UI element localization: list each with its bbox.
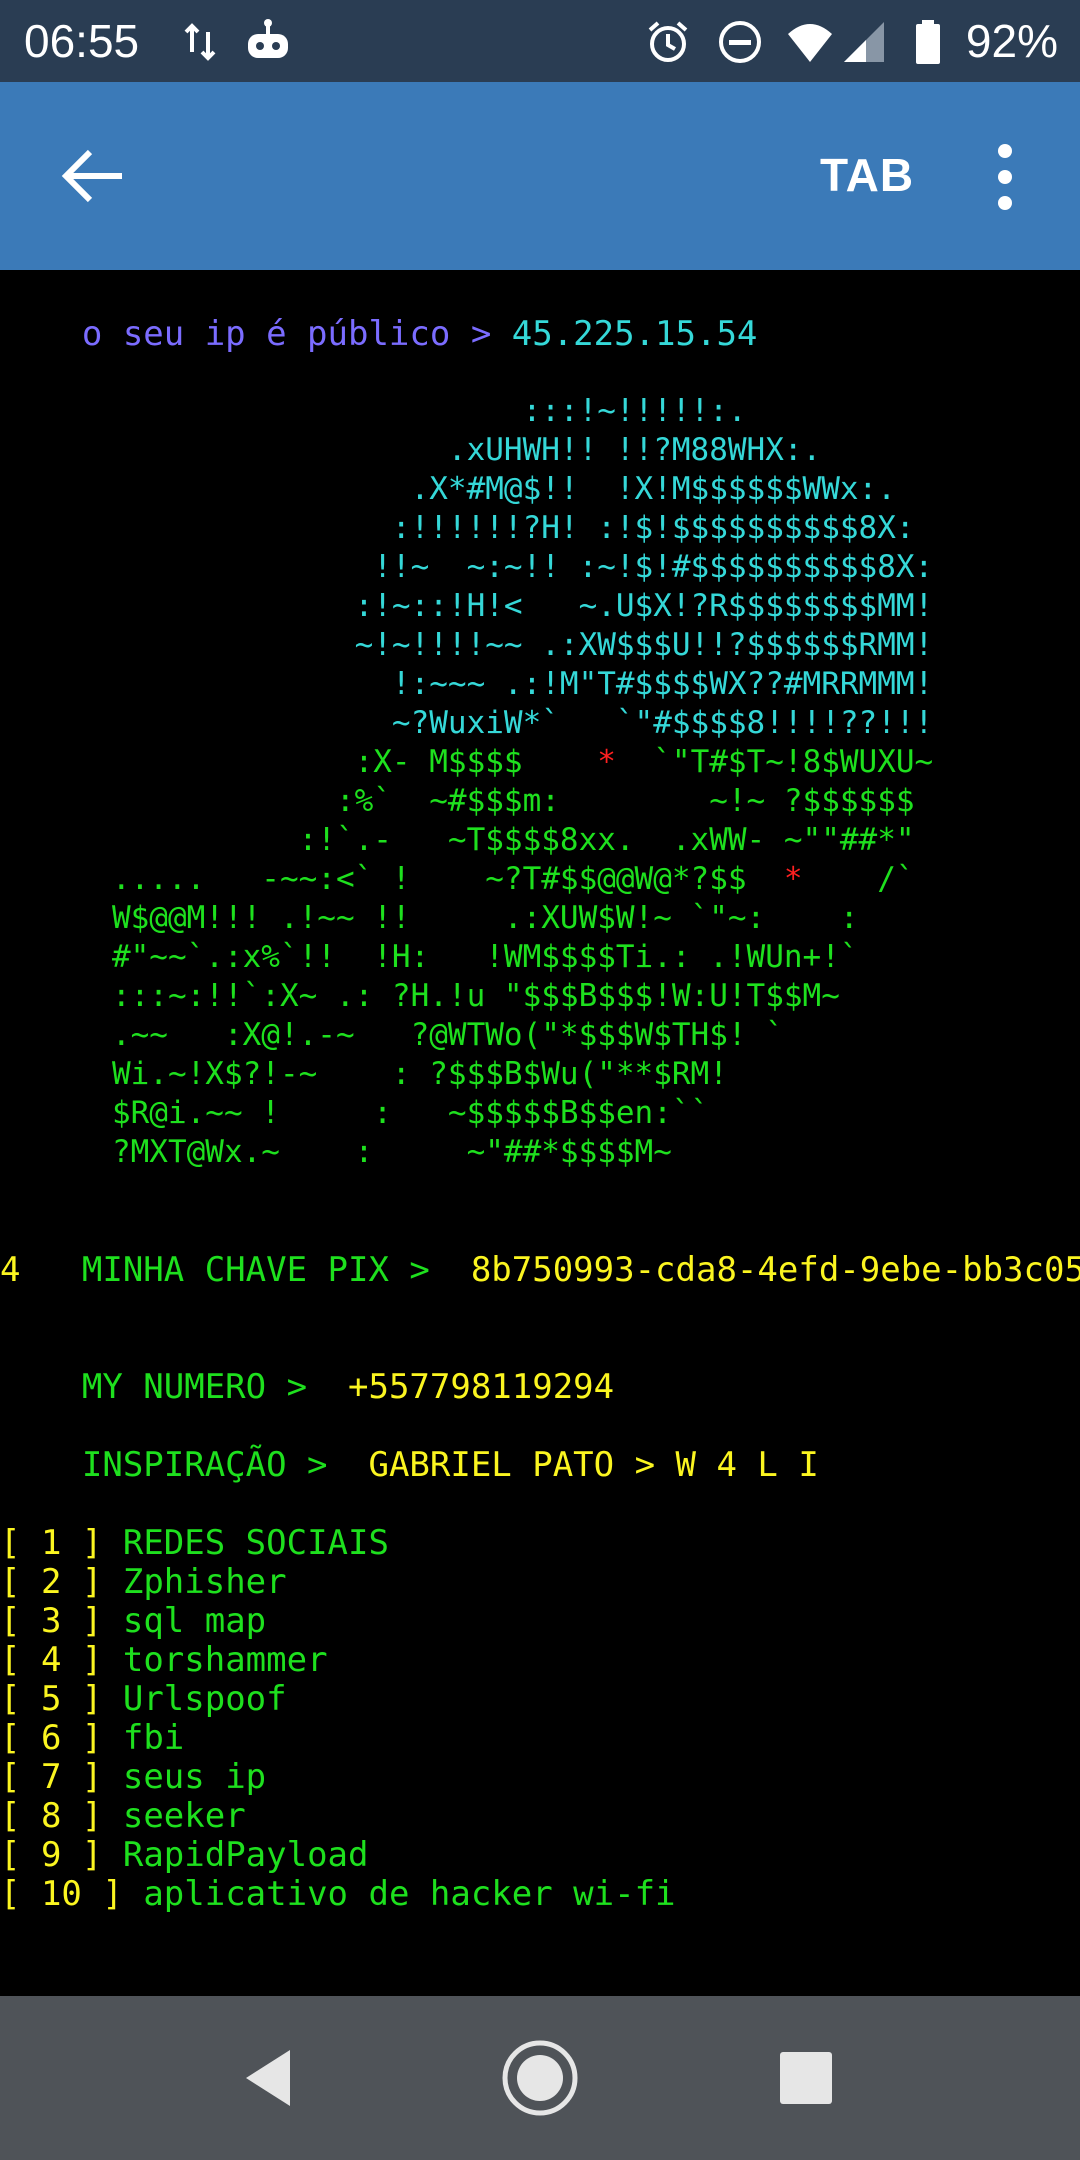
menu-item-number: [ 3 ] [0, 1601, 103, 1641]
menu-item[interactable]: [ 6 ] fbi [0, 1719, 184, 1758]
ascii-art-line: !!~ ~:~!! :~!$!#$$$$$$$$$$8X: [0, 549, 934, 585]
wifi-icon [788, 24, 832, 62]
menu-item-number: [ 5 ] [0, 1679, 103, 1719]
menu-item[interactable]: [ 7 ] seus ip [0, 1758, 266, 1797]
inspiration-line: INSPIRAÇÃO > GABRIEL PATO > W 4 L I [0, 1407, 819, 1524]
number-value: +557798119294 [348, 1367, 615, 1407]
navigation-bar [0, 1996, 1080, 2160]
menu-item-number: [ 1 ] [0, 1523, 103, 1563]
number-label: MY NUMERO > [81, 1367, 348, 1407]
ascii-art-line: :X- M$$$$ * `"T#$T~!8$WUXU~ [0, 744, 934, 780]
nav-back-icon[interactable] [228, 2036, 312, 2120]
menu-item-label: Urlspoof [122, 1679, 287, 1719]
inspiration-value: GABRIEL PATO > W 4 L I [368, 1445, 819, 1485]
nav-recents-icon[interactable] [764, 2036, 848, 2120]
menu-item-label: aplicativo de hacker wi-fi [143, 1874, 676, 1914]
ascii-art-line: :::!~!!!!!:. [0, 393, 747, 429]
nav-home-icon[interactable] [498, 2036, 582, 2120]
app-bar: TAB [0, 82, 1080, 270]
menu-item-number: [ 10 ] [0, 1874, 123, 1914]
ascii-art: :::!~!!!!!:. .xUHWH!! !!?M88WHX:. .X*#M@… [0, 392, 933, 1172]
menu-item[interactable]: [ 8 ] seeker [0, 1797, 246, 1836]
menu-item[interactable]: [ 1 ] REDES SOCIAIS [0, 1524, 389, 1563]
ascii-art-line: Wi.~!X$?!-~ : ?$$$B$Wu("**$RM! [0, 1056, 728, 1092]
ascii-art-line: $R@i.~~ ! : ~$$$$$B$$en:`` [0, 1095, 710, 1131]
menu-item-label: seus ip [122, 1757, 267, 1797]
ascii-art-line: ~?WuxiW*` `"#$$$$8!!!!??!!! [0, 705, 934, 741]
ascii-art-line: ..... -~~:<` ! ~?T#$$@@W@*?$$ * /` [0, 861, 915, 897]
ascii-art-line: :!`.- ~T$$$$8xx. .xWW- ~""##*" [0, 822, 915, 858]
battery-percent: 92% [965, 15, 1058, 67]
menu-item[interactable]: [ 3 ] sql map [0, 1602, 266, 1641]
menu-item-number: [ 7 ] [0, 1757, 103, 1797]
ip-line: o seu ip é público > 45.225.15.54 [0, 276, 758, 393]
ip-value: 45.225.15.54 [511, 314, 758, 354]
cell-signal-icon [844, 22, 884, 62]
tab-button[interactable]: TAB [820, 148, 914, 202]
menu-item[interactable]: [ 2 ] Zphisher [0, 1563, 287, 1602]
ascii-art-line: ?MXT@Wx.~ : ~"##*$$$$M~ [0, 1134, 672, 1170]
menu-item-label: Zphisher [122, 1562, 287, 1602]
ascii-art-line: ~!~!!!!~~ .:XW$$$U!!?$$$$$$RMM! [0, 627, 934, 663]
menu-item-number: [ 9 ] [0, 1835, 103, 1875]
pix-line: MINHA CHAVE PIX > 8b750993-cda8-4efd-9eb… [0, 1212, 1080, 1329]
arrow-left-icon[interactable] [60, 146, 126, 206]
ascii-art-line: W$@@M!!! .!~~ !! .:XUW$W!~ `"~: : [0, 900, 859, 936]
ascii-red-asterisk: * [597, 744, 616, 780]
menu-item-number: [ 8 ] [0, 1796, 103, 1836]
menu-item-label: seeker [122, 1796, 246, 1836]
ascii-art-line: !:~~~ .:!M"T#$$$$WX??#MRRMMM! [0, 666, 934, 702]
ascii-art-line: :!!!!!!?H! :!$!$$$$$$$$$$8X: [0, 510, 915, 546]
menu-item-label: torshammer [122, 1640, 328, 1680]
menu-item[interactable]: [ 10 ] aplicativo de hacker wi-fi [0, 1875, 676, 1914]
ip-prompt: o seu ip é público > [81, 314, 512, 354]
menu-item-label: sql map [122, 1601, 267, 1641]
menu-item-number: [ 4 ] [0, 1640, 103, 1680]
do-not-disturb-icon [719, 21, 761, 63]
menu-item[interactable]: [ 9 ] RapidPayload [0, 1836, 368, 1875]
menu-item-label: RapidPayload [122, 1835, 369, 1875]
menu-item-label: REDES SOCIAIS [122, 1523, 389, 1563]
status-time: 06:55 [24, 15, 140, 67]
ascii-red-asterisk: * [783, 861, 803, 897]
ascii-art-line: :%` ~#$$$m: ~!~ ?$$$$$$ [0, 783, 915, 819]
menu-item[interactable]: [ 4 ] torshammer [0, 1641, 328, 1680]
menu-item[interactable]: [ 5 ] Urlspoof [0, 1680, 287, 1719]
ascii-art-line: :!~::!H!< ~.U$X!?R$$$$$$$$MM! [0, 588, 934, 624]
alarm-icon [648, 21, 688, 62]
terminal-output[interactable]: o seu ip é público > 45.225.15.54 :::!~!… [0, 276, 1080, 1996]
inspiration-label: INSPIRAÇÃO > [81, 1445, 369, 1485]
menu-item-number: [ 6 ] [0, 1718, 103, 1758]
battery-icon [916, 20, 940, 64]
data-transfer-icon [184, 23, 216, 61]
pix-value: 8b750993-cda8-4efd-9ebe-bb3c05cfcae [470, 1250, 1080, 1290]
status-bar: 06:55 92% [0, 0, 1080, 82]
ascii-art-line: .X*#M@$!! !X!M$$$$$$WWx:. [0, 471, 896, 507]
more-vert-icon[interactable] [985, 142, 1025, 212]
pix-value-wrap: 4 [0, 1250, 21, 1290]
ascii-art-line: .xUHWH!! !!?M88WHX:. [0, 432, 822, 468]
ascii-art-line: .~~ :X@!.-~ ?@WTWo("*$$$W$TH$! ` [0, 1017, 784, 1053]
android-robot-icon [248, 19, 288, 58]
ascii-art-line: #"~~`.:x%`!! !H: !WM$$$$Ti.: .!WUn+!` [0, 939, 859, 975]
ascii-art-line: :::~:!!`:X~ .: ?H.!u "$$$B$$$!W:U!T$$M~ [0, 978, 840, 1014]
menu-item-label: fbi [122, 1718, 185, 1758]
menu-item-number: [ 2 ] [0, 1562, 103, 1602]
pix-label: MINHA CHAVE PIX > [81, 1250, 471, 1290]
